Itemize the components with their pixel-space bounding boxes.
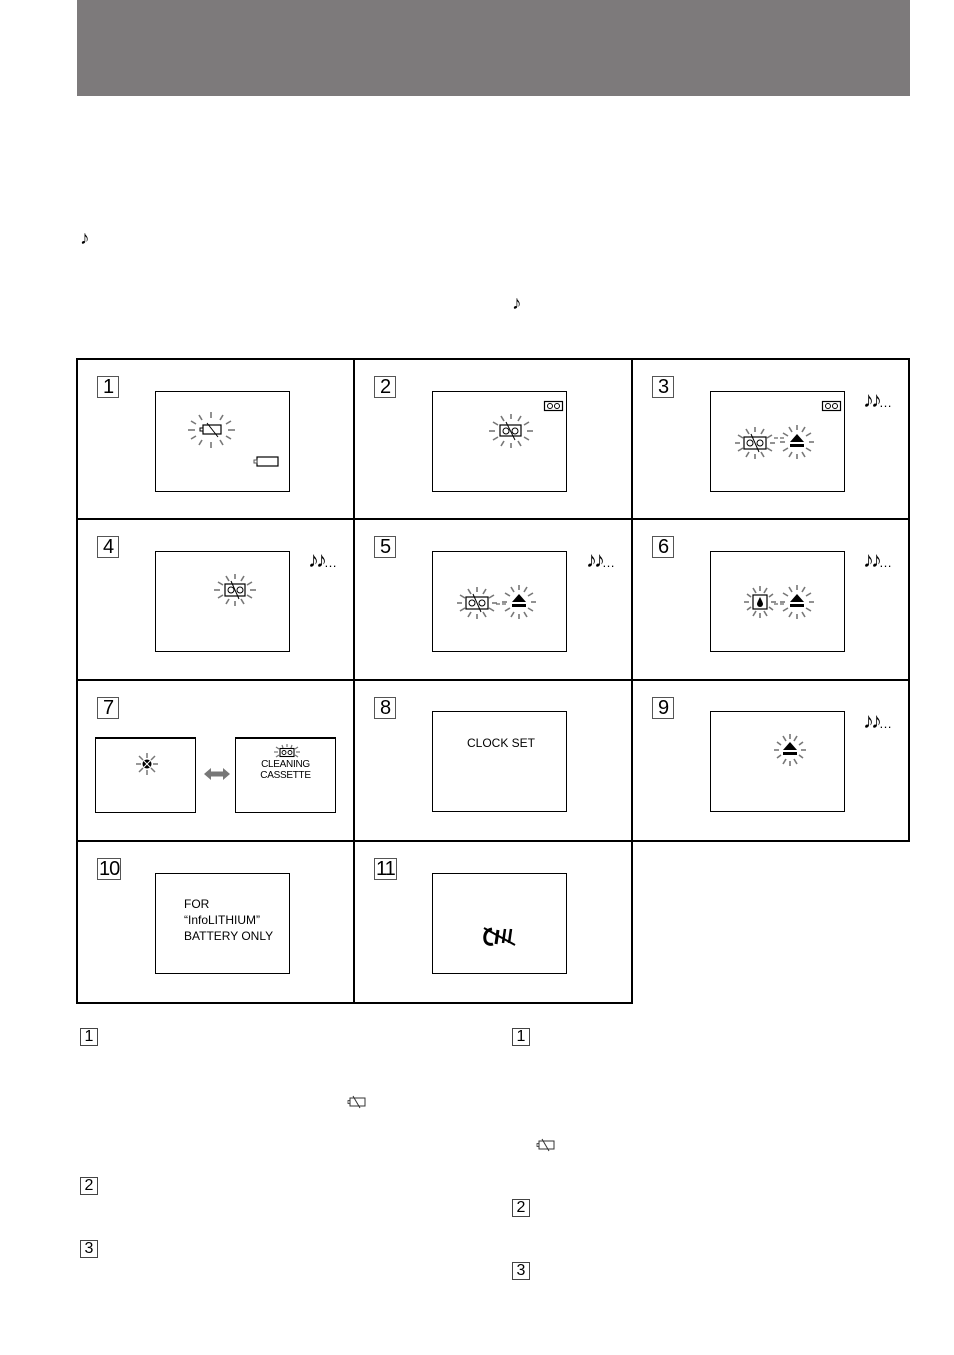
double-beep-icon: ♪♪… — [863, 387, 893, 413]
viewfinder-screen — [432, 551, 567, 652]
battery-icon — [253, 456, 279, 467]
blinking-cassette-icon — [735, 427, 775, 459]
blinking-eject-icon — [780, 425, 814, 459]
viewfinder-screen — [710, 391, 845, 492]
viewfinder-screen — [155, 551, 290, 652]
screen-text-line: FOR — [184, 897, 210, 911]
screen-text-line: CLEANING — [261, 759, 310, 770]
blinking-head-dirt-icon — [136, 753, 158, 775]
blinking-battery-empty-icon — [188, 412, 235, 448]
cell-number: 4 — [97, 536, 119, 558]
cell-number: 2 — [374, 376, 396, 398]
viewfinder-screen — [95, 737, 196, 813]
indicator-cell-6: 6 ♪♪… — [633, 520, 910, 681]
blinking-eject-icon — [774, 734, 806, 766]
indicator-cell-2: 2 — [355, 358, 633, 520]
beep-ellipsis: … — [324, 555, 338, 570]
indicator-cell-3: 3 ♪♪… — [633, 358, 910, 520]
alternating-arrow-icon — [204, 768, 230, 780]
indicator-cell-9: 9 ♪♪… — [633, 681, 910, 842]
beep-notes: ♪♪ — [863, 708, 882, 733]
cleaning-cassette-message: CLEANING CASSETTE — [236, 759, 335, 781]
indicator-cell-5: 5 ♪♪… — [355, 520, 633, 681]
viewfinder-screen — [432, 873, 567, 974]
indicator-cell-7: 7 CLEANING CASSETTE — [76, 681, 355, 842]
indicator-cell-4: 4 ♪♪… — [76, 520, 355, 681]
viewfinder-screen — [432, 391, 567, 492]
cell-number: 11 — [374, 858, 397, 880]
beep-ellipsis: … — [879, 555, 893, 570]
description-marker-2: 2 — [512, 1199, 530, 1217]
blinking-moisture-icon — [744, 586, 776, 618]
indicator-cell-10: 10 FOR “InfoLITHIUM” BATTERY ONLY — [76, 842, 355, 1004]
indicator-cell-11: 11 — [355, 842, 633, 1004]
cell-number: 7 — [97, 697, 119, 719]
viewfinder-screen — [710, 711, 845, 812]
screen-text-line: BATTERY ONLY — [184, 929, 274, 943]
description-marker-3: 3 — [80, 1240, 98, 1258]
cell-number: 1 — [97, 376, 119, 398]
viewfinder-screen-alt: CLEANING CASSETTE — [235, 737, 336, 813]
cell-number: 5 — [374, 536, 396, 558]
beep-notes: ♪♪ — [863, 547, 882, 572]
description-marker-3: 3 — [512, 1262, 530, 1280]
battery-empty-icon — [536, 1138, 555, 1152]
indicator-cell-1: 1 — [76, 358, 355, 520]
viewfinder-screen: CLOCK SET — [432, 711, 567, 812]
blinking-eject-icon — [502, 585, 536, 619]
battery-empty-icon — [347, 1095, 366, 1109]
cassette-icon — [821, 400, 842, 412]
viewfinder-screen — [155, 391, 290, 492]
screen-text-line: “InfoLITHIUM” — [184, 913, 261, 927]
beep-notes: ♪♪ — [586, 547, 605, 572]
single-beep-icon: ♪ — [80, 228, 90, 249]
crossed-chip-icon — [483, 927, 516, 946]
blinking-cassette-icon — [274, 744, 300, 758]
cell-number: 3 — [652, 376, 674, 398]
double-beep-icon: ♪♪… — [308, 547, 338, 573]
section-header-band — [77, 0, 910, 96]
cassette-icon — [543, 400, 564, 412]
cell-number: 8 — [374, 697, 396, 719]
description-marker-1: 1 — [512, 1028, 530, 1046]
beep-ellipsis: … — [879, 716, 893, 731]
beep-notes: ♪♪ — [308, 547, 327, 572]
beep-notes: ♪♪ — [863, 387, 882, 412]
indicator-cell-8: 8 CLOCK SET — [355, 681, 633, 842]
viewfinder-screen — [710, 551, 845, 652]
cell-number: 9 — [652, 697, 674, 719]
clock-set-message: CLOCK SET — [467, 736, 536, 750]
single-beep-icon: ♪ — [512, 293, 522, 314]
double-beep-icon: ♪♪… — [586, 547, 616, 573]
viewfinder-screen: FOR “InfoLITHIUM” BATTERY ONLY — [155, 873, 290, 974]
screen-text-line: CASSETTE — [260, 770, 311, 781]
cell-number: 10 — [97, 858, 122, 880]
beep-ellipsis: … — [602, 555, 616, 570]
blinking-cassette-icon — [457, 587, 497, 619]
blinking-eject-icon — [780, 585, 814, 619]
double-beep-icon: ♪♪… — [863, 708, 893, 734]
blinking-cassette-icon — [489, 414, 533, 448]
description-marker-1: 1 — [80, 1028, 98, 1046]
warning-indicator-grid: 1 2 3 ♪♪… 4 ♪♪… 5 ♪♪… 6 ♪♪… 7 CLEANING C… — [76, 358, 910, 1004]
battery-only-message: FOR “InfoLITHIUM” BATTERY ONLY — [184, 896, 273, 944]
description-marker-2: 2 — [80, 1177, 98, 1195]
blinking-cassette-icon — [214, 574, 256, 606]
double-beep-icon: ♪♪… — [863, 547, 893, 573]
cell-number: 6 — [652, 536, 674, 558]
beep-ellipsis: … — [879, 395, 893, 410]
